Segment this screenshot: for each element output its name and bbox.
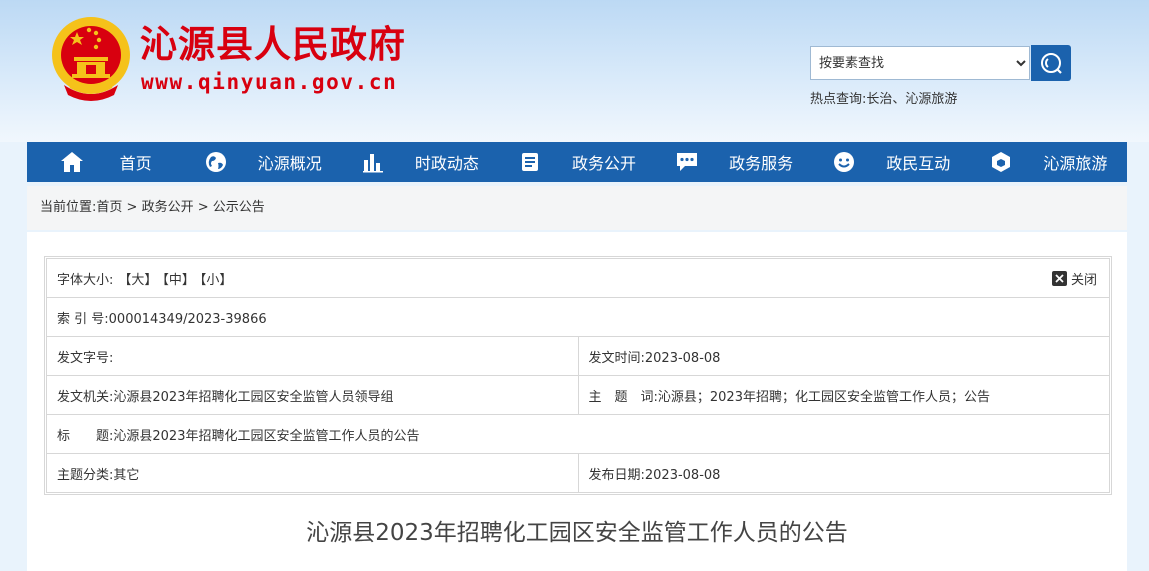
cube-icon [989, 150, 1013, 174]
search-scope-select-box[interactable]: 按要素查找 [810, 46, 1030, 80]
doc-number-label: 发文字号: [57, 350, 114, 366]
main-content: 字体大小: 【大】 【中】 【小】 关闭 索 引 号:000014349/2023-3… [27, 232, 1127, 571]
nav-item-overview[interactable]: 沁源概况 [184, 142, 341, 182]
index-number-cell: 索 引 号:000014349/2023-39866 [46, 297, 1110, 337]
article-title: 沁源县2023年招聘化工园区安全监管工作人员的公告 [306, 520, 848, 546]
nav-item-tourism[interactable]: 沁源旅游 [970, 142, 1127, 182]
index-number-label: 索 引 号: [57, 311, 109, 327]
search-icon [1041, 53, 1062, 74]
site-header: 沁源县人民政府 www.qinyuan.gov.cn 按要素查找 热点查询:长治… [0, 0, 1149, 142]
font-size-large[interactable]: 【大】 [118, 273, 157, 288]
document-info-table: 字体大小: 【大】 【中】 【小】 关闭 索 引 号:000014349/2023-3… [44, 256, 1112, 495]
close-label: 关闭 [1070, 272, 1097, 288]
keywords-value: 沁源县；2023年招聘；化工园区安全监管工作人员；公告 [657, 389, 990, 405]
hot-search-label: 热点查询: [810, 92, 867, 107]
font-size-small[interactable]: 【小】 [200, 273, 233, 288]
publish-date-label: 发布日期: [588, 467, 645, 483]
issue-time-cell: 发文时间:2023-08-08 [577, 336, 1110, 376]
doc-title-value: 沁源县2023年招聘化工园区安全监管工作人员的公告 [113, 428, 420, 444]
main-nav: 首页 沁源概况 时政动态 政务公开 政务服务 政民互动 沁源旅游 [27, 142, 1127, 182]
publish-date-cell: 发布日期:2023-08-08 [577, 453, 1110, 493]
breadcrumb-separator: > [122, 200, 142, 215]
doc-number-cell: 发文字号: [46, 336, 579, 376]
keywords-label: 主 题 词: [588, 389, 658, 405]
home-icon [60, 150, 84, 174]
close-button[interactable]: 关闭 [1051, 269, 1097, 288]
hot-link-separator: 、 [892, 92, 906, 107]
category-cell: 主题分类:其它 [46, 453, 579, 493]
nav-item-label: 政务服务 [729, 154, 794, 173]
font-size-medium[interactable]: 【中】 [162, 273, 195, 288]
breadcrumb: 当前位置:首页 > 政务公开 > 公示公告 [27, 186, 1127, 230]
chat-icon [675, 150, 699, 174]
category-value: 其它 [113, 467, 140, 483]
breadcrumb-label: 当前位置: [40, 200, 97, 215]
breadcrumb-gov-affairs[interactable]: 政务公开 [142, 200, 194, 215]
document-icon [518, 150, 542, 174]
issuer-label: 发文机关: [57, 389, 114, 405]
category-label: 主题分类: [57, 467, 114, 483]
breadcrumb-announcements[interactable]: 公示公告 [213, 200, 265, 215]
nav-item-services[interactable]: 政务服务 [656, 142, 813, 182]
nav-item-news[interactable]: 时政动态 [341, 142, 498, 182]
nav-item-label: 政民互动 [886, 154, 951, 173]
publish-date-value: 2023-08-08 [644, 467, 721, 483]
nav-item-label: 时政动态 [414, 154, 479, 173]
search-scope-select[interactable]: 按要素查找 [811, 47, 1029, 79]
font-size-label: 字体大小: [57, 272, 114, 288]
nav-item-gov-affairs[interactable]: 政务公开 [498, 142, 655, 182]
hot-search: 热点查询:长治、沁源旅游 [810, 92, 957, 108]
nav-item-label: 沁源旅游 [1043, 154, 1108, 173]
index-number-value: 000014349/2023-39866 [108, 311, 267, 327]
doc-title-label: 标 题: [57, 428, 114, 444]
hot-link-changzhi[interactable]: 长治 [866, 92, 892, 107]
nav-item-label: 首页 [119, 154, 152, 173]
keywords-cell: 主 题 词:沁源县；2023年招聘；化工园区安全监管工作人员；公告 [577, 375, 1110, 415]
issue-time-label: 发文时间: [588, 350, 645, 366]
font-size-control: 字体大小: 【大】 【中】 【小】 关闭 [46, 258, 1110, 298]
national-emblem-icon[interactable] [50, 15, 132, 101]
close-icon [1051, 270, 1067, 286]
smiley-icon [832, 150, 856, 174]
nav-item-label: 政务公开 [571, 154, 636, 173]
breadcrumb-home[interactable]: 首页 [96, 200, 122, 215]
nav-item-interaction[interactable]: 政民互动 [813, 142, 970, 182]
issuer-cell: 发文机关:沁源县2023年招聘化工园区安全监管人员领导组 [46, 375, 579, 415]
search-button[interactable] [1031, 45, 1071, 81]
site-url[interactable]: www.qinyuan.gov.cn [141, 70, 397, 94]
hot-link-qinyuan-tourism[interactable]: 沁源旅游 [905, 92, 957, 107]
bar-chart-icon [361, 150, 385, 174]
issue-time-value: 2023-08-08 [644, 350, 721, 366]
doc-title-cell: 标 题:沁源县2023年招聘化工园区安全监管工作人员的公告 [46, 414, 1110, 454]
breadcrumb-separator: > [193, 200, 213, 215]
globe-icon [204, 150, 228, 174]
nav-item-home[interactable]: 首页 [27, 142, 184, 182]
nav-item-label: 沁源概况 [257, 154, 322, 173]
site-name[interactable]: 沁源县人民政府 [140, 24, 406, 66]
issuer-value: 沁源县2023年招聘化工园区安全监管人员领导组 [113, 389, 394, 405]
